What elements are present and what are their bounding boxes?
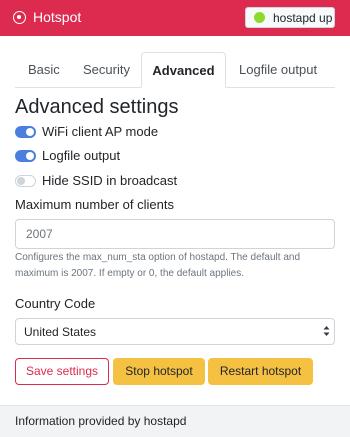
country-code-select[interactable]: United States [15,318,335,345]
country-code-value: United States [24,325,97,339]
tab-advanced[interactable]: Advanced [141,52,226,88]
logfile-output-label: Logfile output [42,148,121,163]
status-label: hostapd up [273,11,333,25]
max-clients-label: Maximum number of clients [15,197,174,212]
tab-bar: Basic Security Advanced Logfile output [0,52,350,88]
country-code-label: Country Code [15,296,96,311]
tab-advanced-label: Advanced [152,63,215,78]
switch-row-hide-ssid: Hide SSID in broadcast [15,172,315,190]
tab-logfile-output[interactable]: Logfile output [239,62,317,77]
status-badge: hostapd up [245,7,335,28]
logfile-output-toggle[interactable] [15,150,36,162]
card-footer: Information provided by hostapd [0,405,350,437]
hide-ssid-toggle[interactable] [15,175,36,187]
page-title: Hotspot [33,9,82,25]
restart-hotspot-button[interactable]: Restart hotspot [208,358,313,385]
tab-basic[interactable]: Basic [28,62,60,77]
switch-row-logfile-output: Logfile output [15,147,315,165]
section-title: Advanced settings [15,96,179,118]
stop-hotspot-button[interactable]: Stop hotspot [113,358,205,385]
hotspot-icon [13,11,26,24]
select-caret-icon [323,326,330,336]
save-settings-button[interactable]: Save settings [15,358,109,385]
tab-security[interactable]: Security [83,62,130,77]
status-indicator-icon [254,12,265,23]
footer-text: Information provided by hostapd [15,414,187,428]
max-clients-help: Configures the max_num_sta option of hos… [15,252,301,279]
wifi-client-ap-mode-label: WiFi client AP mode [42,124,159,139]
hide-ssid-label: Hide SSID in broadcast [42,173,178,188]
switch-row-wifi-client-ap-mode: WiFi client AP mode [15,123,315,141]
page-header: Hotspot hostapd up [0,0,350,36]
wifi-client-ap-mode-toggle[interactable] [15,126,36,138]
max-clients-input[interactable] [15,219,335,249]
